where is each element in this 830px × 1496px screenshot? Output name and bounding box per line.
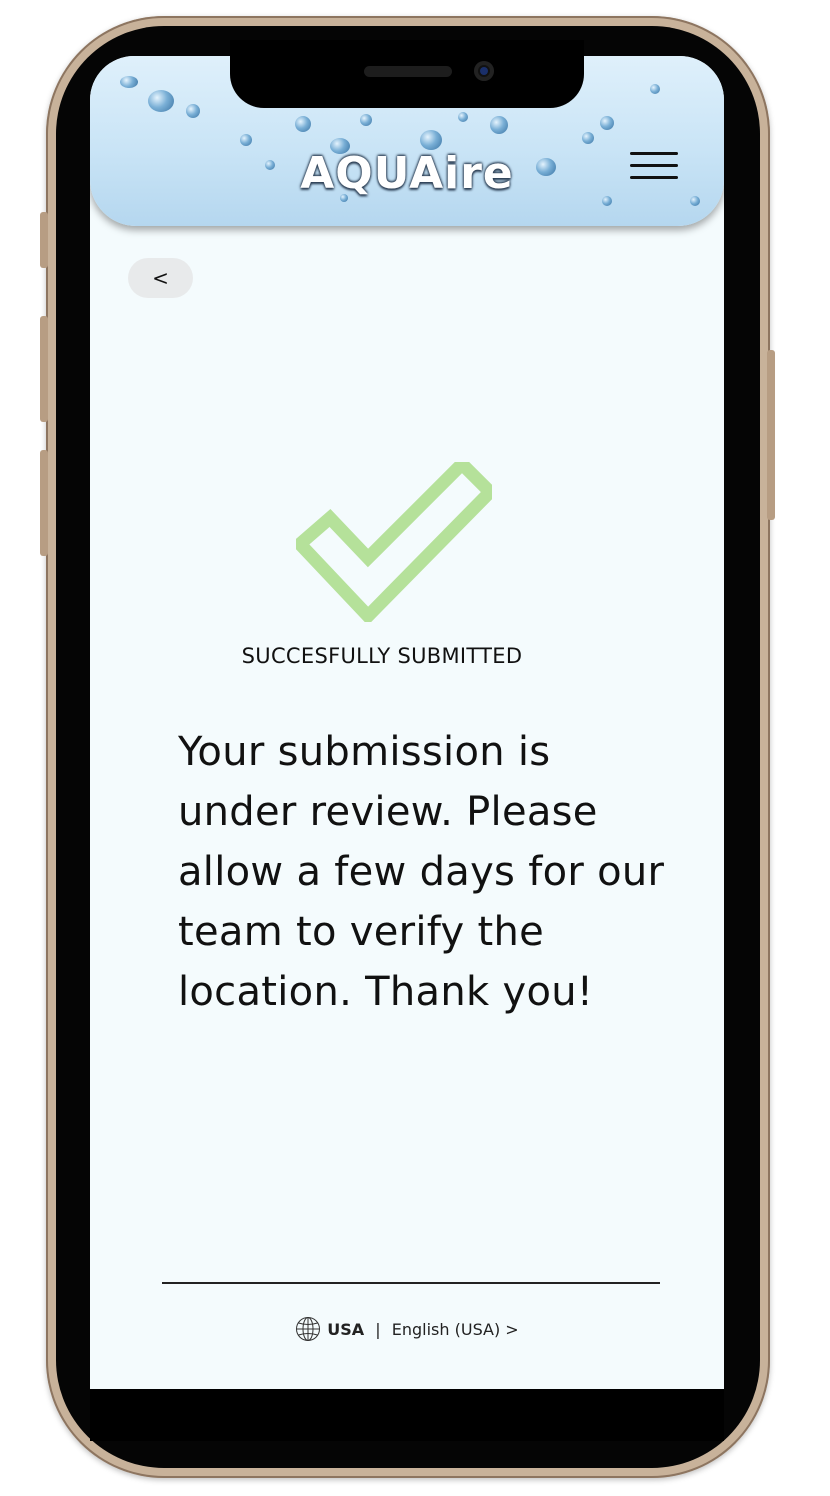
app-logo: AQUAire — [300, 148, 514, 199]
globe-icon — [296, 1317, 321, 1341]
speaker-grille — [364, 66, 452, 77]
water-bubble — [420, 130, 442, 150]
power-button — [767, 350, 775, 520]
submission-status: SUCCESFULLY SUBMITTED — [241, 644, 523, 668]
water-bubble — [582, 132, 594, 144]
water-bubble — [360, 114, 372, 126]
front-camera — [474, 61, 494, 81]
footer-divider — [162, 1282, 660, 1284]
checkmark-outline — [296, 462, 492, 622]
water-bubble — [458, 112, 468, 122]
region-selector[interactable]: USA | English (USA) > — [90, 1316, 724, 1342]
water-bubble — [490, 116, 508, 134]
water-bubble — [650, 84, 660, 94]
footer-separator: | — [370, 1319, 386, 1339]
water-bubble — [240, 134, 252, 146]
water-bubble — [120, 76, 138, 88]
country-label[interactable]: USA — [327, 1320, 364, 1339]
screen-bottom-bezel — [90, 1389, 724, 1441]
hamburger-menu-icon[interactable] — [630, 152, 680, 186]
back-button[interactable]: < — [128, 258, 193, 298]
checkmark-icon — [296, 462, 492, 622]
water-bubble — [148, 90, 174, 112]
review-message: Your submission is under review. Please … — [178, 729, 665, 1015]
volume-down-button — [40, 450, 48, 556]
volume-up-button — [40, 316, 48, 422]
side-button — [40, 212, 48, 268]
water-bubble — [600, 116, 614, 130]
app-screen: AQUAire < SUCCESFULLY SUBMITTED Your sub… — [90, 56, 724, 1389]
language-label[interactable]: English (USA) > — [392, 1320, 519, 1339]
water-bubble — [295, 116, 311, 132]
water-bubble — [186, 104, 200, 118]
